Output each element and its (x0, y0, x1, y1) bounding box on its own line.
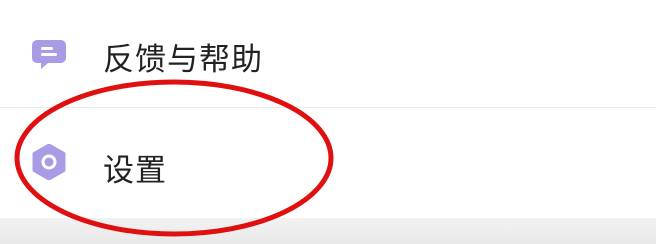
menu-item-label: 设置 (103, 153, 167, 189)
menu-item-settings[interactable]: 设置 (0, 110, 656, 216)
menu-item-label: 反馈与帮助 (103, 42, 263, 78)
settings-menu-screen: 反馈与帮助 设置 (0, 0, 656, 244)
menu-item-feedback-help[interactable]: 反馈与帮助 (0, 0, 656, 106)
divider (0, 107, 656, 108)
chat-bubble-icon (31, 36, 67, 72)
section-separator (0, 218, 656, 244)
gear-icon (31, 144, 67, 180)
